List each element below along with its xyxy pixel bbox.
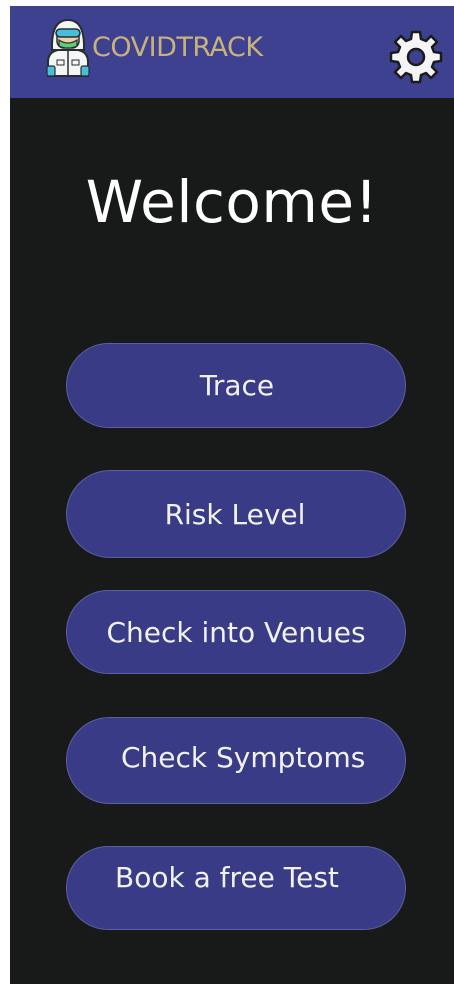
app-header: COVIDTRACK: [10, 6, 454, 98]
gear-icon[interactable]: [388, 29, 444, 85]
check-symptoms-button-label: Check Symptoms: [121, 741, 366, 774]
book-free-test-button[interactable]: Book a free Test: [66, 846, 406, 930]
welcome-heading: Welcome!: [85, 168, 379, 236]
check-into-venues-button-label: Check into Venues: [106, 615, 366, 649]
check-symptoms-button[interactable]: Check Symptoms: [66, 717, 406, 804]
app-title: COVIDTRACK: [92, 32, 263, 63]
trace-button[interactable]: Trace: [66, 343, 406, 428]
trace-button-label: Trace: [199, 369, 275, 402]
hazmat-doctor-icon: [46, 18, 90, 77]
book-free-test-button-label: Book a free Test: [115, 861, 339, 894]
check-into-venues-button[interactable]: Check into Venues: [66, 590, 406, 674]
risk-level-button[interactable]: Risk Level: [66, 470, 406, 558]
app-screen: COVIDTRACK Welcome! Trace Risk Level Che…: [10, 6, 454, 984]
risk-level-button-label: Risk Level: [164, 497, 306, 531]
